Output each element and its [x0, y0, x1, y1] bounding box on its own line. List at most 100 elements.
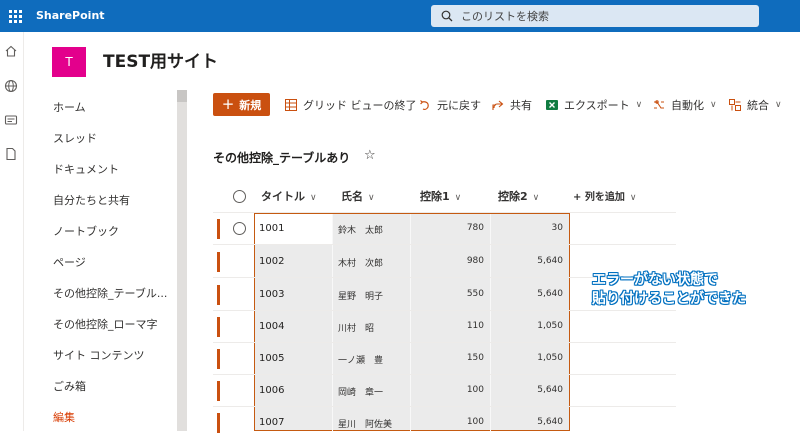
cell-deduction1[interactable]: 980 [424, 256, 484, 266]
row-edit-marker [217, 285, 220, 305]
favorite-star-icon[interactable]: ☆ [364, 148, 376, 163]
cell-deduction1[interactable]: 110 [424, 321, 484, 331]
undo-label: 元に戻す [437, 98, 481, 112]
chevron-down-icon: ∨ [454, 193, 462, 203]
nav-item-site-contents[interactable]: サイト コンテンツ [53, 347, 171, 363]
document-icon[interactable] [4, 146, 20, 162]
nav-item-pages[interactable]: ページ [53, 254, 171, 270]
site-title[interactable]: TEST用サイト [103, 47, 218, 77]
globe-icon[interactable] [4, 78, 20, 94]
search-placeholder: このリストを検索 [461, 10, 549, 23]
column-divider [332, 214, 333, 431]
nav-edit-link[interactable]: 編集 [53, 409, 171, 425]
cell-deduction1[interactable]: 780 [424, 223, 484, 233]
row-divider [213, 374, 676, 375]
cell-deduction2[interactable]: 5,640 [503, 417, 563, 427]
cell-deduction1[interactable]: 150 [424, 353, 484, 363]
app-launcher-icon[interactable] [0, 0, 30, 32]
exit-grid-view-label: グリッド ビューの終了 [303, 98, 417, 112]
nav-item-list-table[interactable]: その他控除_テーブル... [53, 285, 171, 301]
annotation-line-2: 貼り付けることができた [592, 291, 746, 307]
row-edit-marker [217, 349, 220, 369]
exit-grid-view-button[interactable]: グリッド ビューの終了 [285, 93, 417, 116]
cell-title[interactable]: 1003 [259, 289, 284, 300]
cell-name[interactable]: 岡崎 章一 [338, 385, 383, 398]
cell-deduction1[interactable]: 100 [424, 385, 484, 395]
cell-name[interactable]: 星川 阿佐美 [338, 417, 392, 430]
cell-title[interactable]: 1007 [259, 417, 284, 428]
nav-item-recycle-bin[interactable]: ごみ箱 [53, 378, 171, 394]
chevron-down-icon: ∨ [635, 99, 643, 110]
left-navigation: ホーム スレッド ドキュメント 自分たちと共有 ノートブック ページ その他控除… [24, 90, 176, 431]
add-column-button[interactable]: + 列を追加 ∨ [573, 188, 636, 203]
cell-deduction1[interactable]: 550 [424, 289, 484, 299]
share-icon [492, 100, 504, 110]
row-edit-marker [217, 381, 220, 401]
nav-item-list-romaji[interactable]: その他控除_ローマ字 [53, 316, 171, 332]
undo-button[interactable]: 元に戻す [419, 93, 481, 116]
nav-item-home[interactable]: ホーム [53, 99, 171, 115]
nav-item-notebook[interactable]: ノートブック [53, 223, 171, 239]
cell-deduction2[interactable]: 5,640 [503, 289, 563, 299]
home-icon[interactable] [4, 43, 20, 59]
row-divider [213, 244, 676, 245]
integrate-button[interactable]: 統合 ∨ [729, 93, 782, 116]
cell-title[interactable]: 1004 [259, 321, 284, 332]
row-edit-marker [217, 219, 220, 239]
annotation-line-1: エラーがない状態で [592, 272, 718, 288]
chevron-down-icon: ∨ [775, 99, 782, 110]
nav-scrollbar-thumb[interactable] [177, 90, 187, 102]
annotation-callout: エラーがない状態で 貼り付けることができた [592, 271, 746, 309]
new-button[interactable]: + 新規 [213, 93, 270, 116]
column-divider [410, 214, 411, 431]
column-header-deduction1[interactable]: 控除1 ∨ [420, 188, 461, 204]
select-all-checkbox[interactable] [233, 190, 246, 203]
column-divider [490, 214, 491, 431]
cell-deduction2[interactable]: 1,050 [503, 353, 563, 363]
column-header-name[interactable]: 氏名 ∨ [341, 188, 375, 204]
chevron-down-icon: ∨ [368, 193, 375, 203]
cell-name[interactable]: 鈴木 太郎 [338, 223, 383, 236]
export-button[interactable]: エクスポート ∨ [546, 93, 642, 116]
list-title: その他控除_テーブルあり [213, 151, 351, 165]
chevron-down-icon: ∨ [310, 193, 317, 203]
nav-item-shared[interactable]: 自分たちと共有 [53, 192, 171, 208]
brand-name[interactable]: SharePoint [36, 0, 105, 32]
export-label: エクスポート [564, 98, 630, 112]
automate-label: 自動化 [671, 98, 704, 112]
row-divider [213, 342, 676, 343]
cell-title[interactable]: 1001 [259, 223, 284, 234]
plus-icon: + [221, 95, 235, 113]
cell-name[interactable]: 川村 昭 [338, 321, 374, 334]
automate-button[interactable]: 自動化 ∨ [653, 93, 717, 116]
column-header-title[interactable]: タイトル ∨ [261, 188, 317, 204]
cell-title[interactable]: 1006 [259, 385, 284, 396]
column-header-deduction2[interactable]: 控除2 ∨ [498, 188, 539, 204]
nav-item-threads[interactable]: スレッド [53, 130, 171, 146]
nav-item-documents[interactable]: ドキュメント [53, 161, 171, 177]
news-icon[interactable] [4, 112, 20, 128]
row-edit-marker [217, 252, 220, 272]
cell-name[interactable]: 星野 明子 [338, 289, 383, 302]
cell-name[interactable]: 一ノ瀬 豊 [338, 353, 383, 366]
cell-deduction2[interactable]: 5,640 [503, 385, 563, 395]
search-icon [441, 10, 453, 22]
cell-name[interactable]: 木村 次郎 [338, 256, 383, 269]
undo-icon [420, 99, 429, 110]
cell-deduction2[interactable]: 5,640 [503, 256, 563, 266]
share-button[interactable]: 共有 [492, 93, 532, 116]
integrate-icon [729, 98, 741, 111]
nav-scrollbar[interactable] [177, 90, 187, 431]
search-box[interactable]: このリストを検索 [431, 5, 759, 27]
cell-deduction2[interactable]: 1,050 [503, 321, 563, 331]
row-edit-marker [217, 413, 220, 433]
new-button-label: 新規 [239, 98, 262, 112]
site-logo[interactable]: T [52, 47, 86, 77]
chevron-down-icon: ∨ [629, 193, 637, 203]
row-checkbox[interactable] [233, 222, 246, 235]
cell-title[interactable]: 1005 [259, 353, 284, 364]
cell-title[interactable]: 1002 [259, 256, 284, 267]
cell-deduction2[interactable]: 30 [503, 223, 563, 233]
row-divider [213, 406, 676, 407]
cell-deduction1[interactable]: 100 [424, 417, 484, 427]
